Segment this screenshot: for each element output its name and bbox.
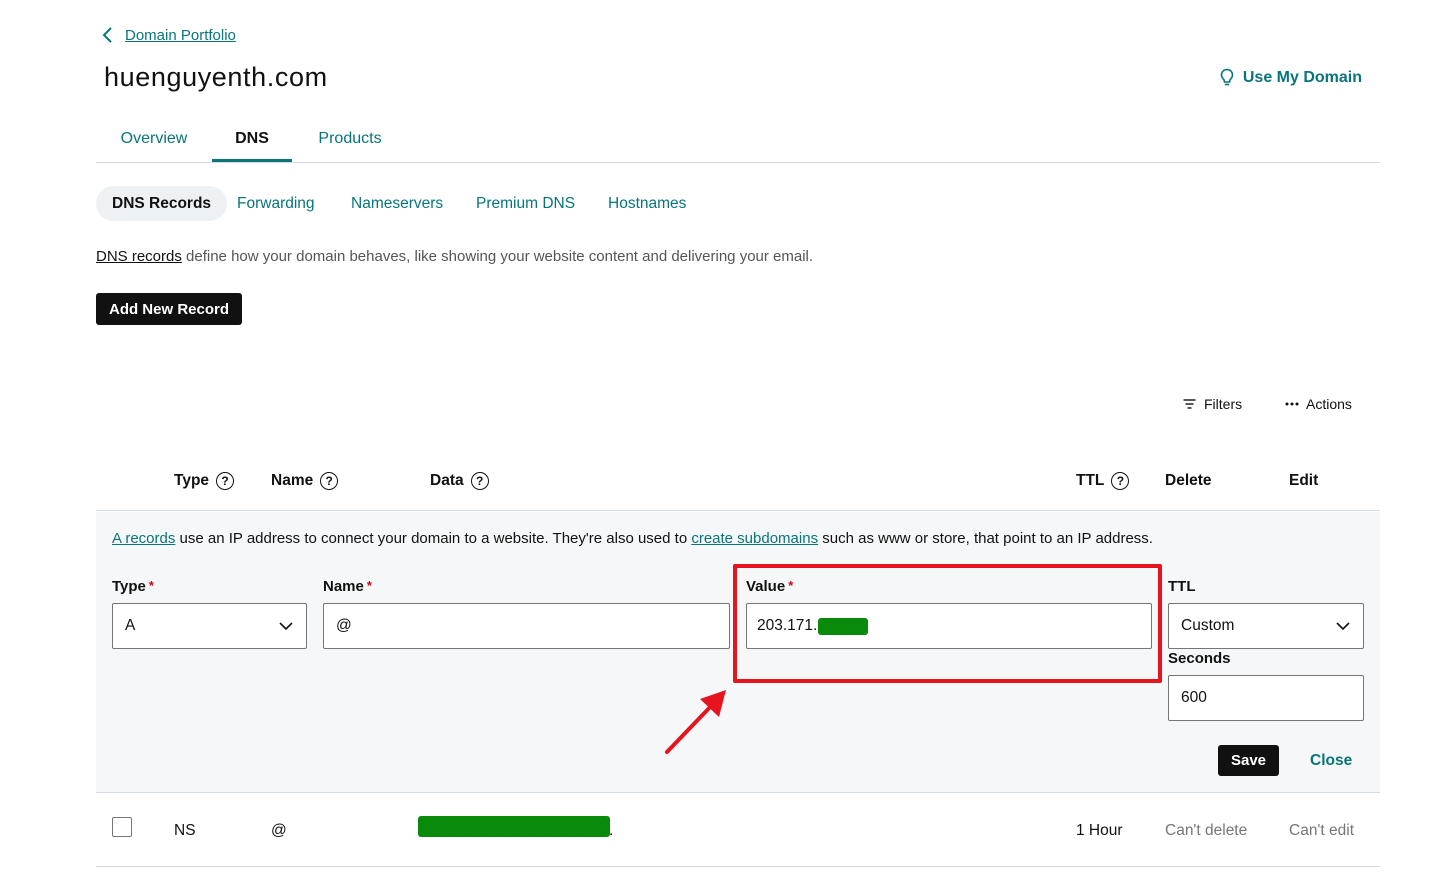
type-select-value: A <box>125 617 136 634</box>
a-record-description-tail: such as www or store, that point to an I… <box>818 530 1153 547</box>
ttl-select[interactable]: Custom <box>1168 603 1364 649</box>
subtab-nameservers[interactable]: Nameservers <box>351 186 443 221</box>
filter-icon <box>1183 399 1196 409</box>
breadcrumb[interactable]: Domain Portfolio <box>101 26 236 44</box>
value-input[interactable]: 203.171. <box>746 603 1152 649</box>
tab-dns[interactable]: DNS <box>212 118 292 162</box>
required-mark: * <box>148 578 154 593</box>
column-header-edit: Edit <box>1289 472 1319 489</box>
a-records-link[interactable]: A records <box>112 530 175 547</box>
redaction-mask <box>418 816 610 837</box>
type-label-text: Type <box>112 578 146 595</box>
save-button[interactable]: Save <box>1218 745 1279 776</box>
main-tabs: Overview DNS Products <box>96 118 1380 163</box>
help-icon[interactable]: ? <box>320 472 339 490</box>
value-label-text: Value <box>746 578 786 595</box>
use-my-domain-label: Use My Domain <box>1242 69 1362 86</box>
actions-button[interactable]: Actions <box>1285 396 1352 412</box>
subtab-forwarding[interactable]: Forwarding <box>237 186 315 221</box>
type-select[interactable]: A <box>112 603 307 649</box>
record-delete-disabled: Can't delete <box>1165 822 1248 839</box>
column-data-label: Data <box>430 472 464 489</box>
intro-description: define how your domain behaves, like sho… <box>181 248 814 265</box>
subtab-premium-dns[interactable]: Premium DNS <box>476 186 575 221</box>
breadcrumb-link-domain-portfolio[interactable]: Domain Portfolio <box>125 27 236 44</box>
help-icon[interactable]: ? <box>470 472 489 490</box>
page-title: huenguyenth.com <box>104 62 328 92</box>
subtab-hostnames[interactable]: Hostnames <box>608 186 686 221</box>
redaction-mask <box>818 617 869 635</box>
filters-label: Filters <box>1204 396 1243 412</box>
column-name-label: Name <box>271 472 314 489</box>
name-label-text: Name <box>323 578 364 595</box>
record-data-suffix: . <box>609 822 614 839</box>
column-type-label: Type <box>174 472 210 489</box>
seconds-field-label: Seconds <box>1168 650 1231 667</box>
filters-button[interactable]: Filters <box>1183 396 1242 412</box>
seconds-input[interactable]: 600 <box>1168 675 1364 721</box>
add-new-record-button[interactable]: Add New Record <box>96 293 242 325</box>
name-input-value: @ <box>336 617 352 634</box>
column-ttl-label: TTL <box>1076 472 1105 489</box>
value-field-label: Value * <box>746 578 793 595</box>
ttl-select-value: Custom <box>1181 617 1235 634</box>
record-edit-disabled: Can't edit <box>1289 822 1354 839</box>
a-record-description: A records use an IP address to connect y… <box>112 530 1153 547</box>
help-icon[interactable]: ? <box>216 472 235 490</box>
column-header-ttl: TTL ? <box>1076 472 1130 490</box>
table-row: NS @ . 1 Hour Can't delete Can't edit <box>96 794 1380 867</box>
name-field-label: Name * <box>323 578 372 595</box>
record-type: NS <box>174 822 196 839</box>
table-header: Type ? Name ? Data ? TTL ? Delete Edit <box>96 464 1380 511</box>
tab-products[interactable]: Products <box>304 118 396 162</box>
seconds-input-value: 600 <box>1181 689 1207 706</box>
close-button[interactable]: Close <box>1310 752 1352 770</box>
tab-overview[interactable]: Overview <box>96 118 212 162</box>
chevron-left-icon <box>102 27 112 43</box>
chevron-down-icon <box>279 622 293 631</box>
subtab-dns-records[interactable]: DNS Records <box>96 186 228 221</box>
record-name: @ <box>271 822 287 839</box>
required-mark: * <box>366 578 372 593</box>
lightbulb-icon <box>1220 68 1234 86</box>
intro-text: DNS records define how your domain behav… <box>96 248 813 265</box>
dns-records-link[interactable]: DNS records <box>96 248 182 265</box>
value-input-text: 203.171. <box>757 617 818 634</box>
actions-label: Actions <box>1306 396 1352 412</box>
record-edit-panel: A records use an IP address to connect y… <box>96 512 1380 793</box>
required-mark: * <box>788 578 794 593</box>
row-checkbox[interactable] <box>112 817 132 837</box>
help-icon[interactable]: ? <box>1111 472 1130 490</box>
use-my-domain-button[interactable]: Use My Domain <box>1220 68 1362 88</box>
column-header-delete: Delete <box>1165 472 1212 489</box>
more-dots-icon <box>1285 402 1299 406</box>
column-header-name: Name ? <box>271 472 339 490</box>
type-field-label: Type * <box>112 578 154 595</box>
name-input[interactable]: @ <box>323 603 730 649</box>
ttl-field-label: TTL <box>1168 578 1196 595</box>
a-record-description-text: use an IP address to connect your domain… <box>175 530 692 547</box>
create-subdomains-link[interactable]: create subdomains <box>691 530 818 547</box>
record-ttl: 1 Hour <box>1076 822 1123 839</box>
column-header-data: Data ? <box>430 472 489 490</box>
chevron-down-icon <box>1336 622 1350 631</box>
column-header-type: Type ? <box>174 472 235 490</box>
